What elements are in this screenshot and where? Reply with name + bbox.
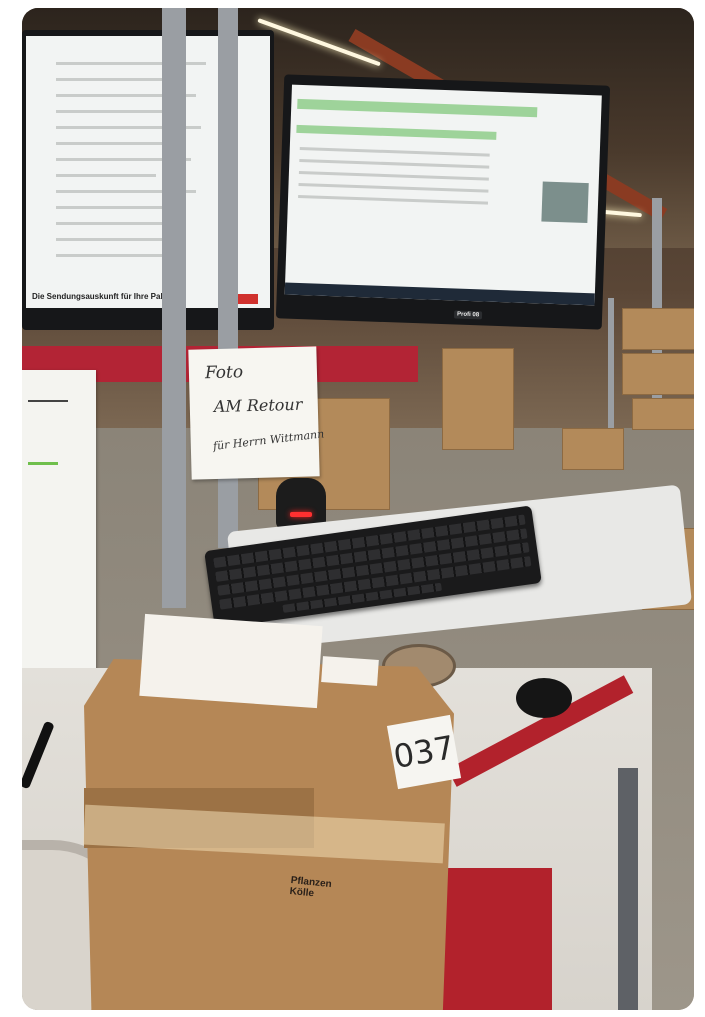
- desk-drawer: [442, 868, 552, 1010]
- tracking-page-heading: Die Sendungsauskunft für Ihre Pakete: [32, 292, 177, 301]
- background-box: [632, 398, 694, 430]
- sign-line-3: für Herrn Wittmann: [212, 427, 325, 453]
- product-thumbnail: [541, 181, 589, 224]
- sign-line-1: Foto: [204, 362, 244, 384]
- shelf-upright: [162, 8, 186, 608]
- box-number-label: 037: [386, 714, 462, 790]
- screen-green-bar: [297, 98, 538, 118]
- right-monitor-screen: [284, 84, 602, 306]
- screen-green-bar: [296, 124, 497, 140]
- taskbar: [284, 282, 595, 306]
- handwritten-sign: Foto AM Retour für Herrn Wittmann: [188, 346, 325, 480]
- background-box: [622, 308, 694, 350]
- computer-mouse: [516, 678, 572, 718]
- background-box: [442, 348, 514, 450]
- monitor-station-label: Profi 08: [453, 310, 483, 320]
- shipping-label: [139, 613, 323, 709]
- left-paper-sheet: [22, 370, 96, 670]
- right-monitor: Profi 08: [275, 74, 611, 330]
- scanner-red-led: [290, 512, 312, 517]
- background-box: [622, 353, 694, 395]
- shipping-label-small: [321, 656, 379, 686]
- desk-leg: [618, 768, 638, 1010]
- background-box: [562, 428, 624, 470]
- rack-post: [608, 298, 614, 448]
- photo: Die Sendungsauskunft für Ihre Pakete Pro…: [22, 8, 694, 1010]
- sign-line-2: AM Retour: [213, 394, 303, 417]
